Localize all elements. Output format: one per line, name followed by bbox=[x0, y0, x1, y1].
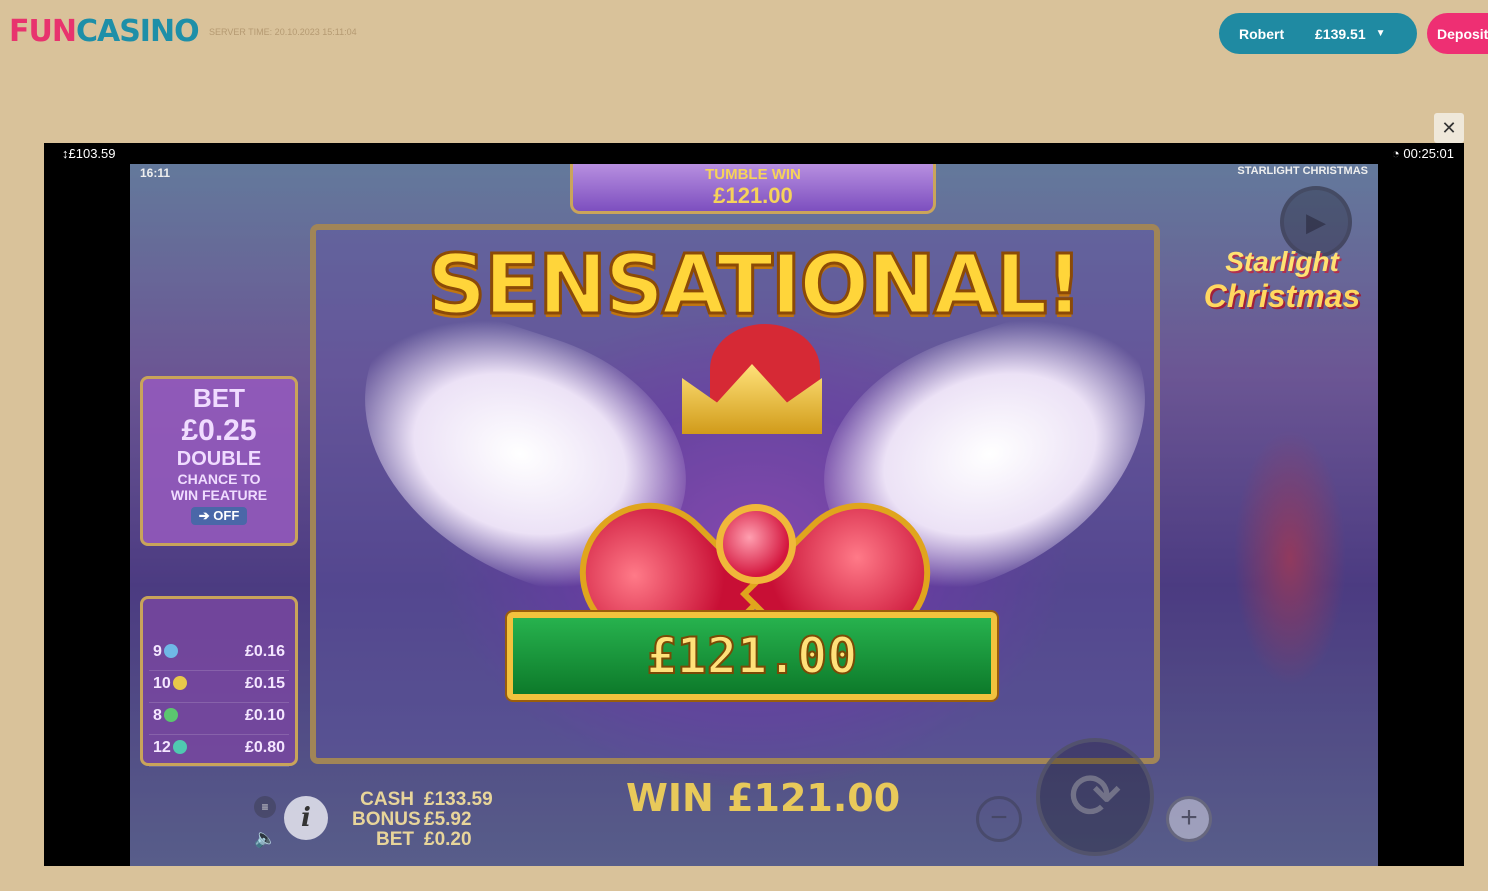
frame-balance-value: £103.59 bbox=[68, 146, 116, 161]
paytable-row: 10 £0.15 bbox=[149, 671, 289, 703]
big-win-amount: £121.00 bbox=[507, 612, 997, 700]
paytable-row: 12 £0.80 bbox=[149, 735, 289, 767]
paytable-count: 9 bbox=[153, 643, 162, 660]
bet-panel-value: £0.25 bbox=[181, 414, 257, 447]
timer-icon: ◔ bbox=[1391, 146, 1400, 161]
session-timer-value: 00:25:01 bbox=[1403, 146, 1454, 161]
toggle-arrow-icon: ➔ bbox=[198, 508, 210, 523]
paytable-count: 8 bbox=[153, 707, 162, 724]
chevron-down-icon: ▼ bbox=[1375, 28, 1386, 39]
gem-icon bbox=[163, 644, 178, 658]
game-frame: ↕£103.59 ◔ 00:25:01 16:11 STARLIGHT CHRI… bbox=[44, 143, 1464, 866]
game-canvas[interactable]: 16:11 STARLIGHT CHRISTMAS TUMBLE WIN £12… bbox=[130, 164, 1378, 866]
cash-value: £133.59 bbox=[424, 789, 493, 810]
bet-panel-label: BET bbox=[193, 383, 245, 413]
close-game-button[interactable]: ✕ bbox=[1434, 113, 1464, 143]
bet-label: BET bbox=[376, 829, 414, 850]
spin-button[interactable]: ⟳ bbox=[1036, 738, 1154, 856]
account-menu-button[interactable]: Robert £139.51 ▼ bbox=[1219, 13, 1417, 54]
account-balance: £139.51 bbox=[1315, 25, 1366, 42]
heart-emblem-graphic bbox=[550, 424, 960, 693]
menu-icon[interactable]: ≡ bbox=[254, 796, 276, 818]
double-chance-panel[interactable]: BET £0.25 DOUBLE CHANCE TO WIN FEATURE ➔… bbox=[140, 376, 298, 546]
decrease-bet-button[interactable]: − bbox=[976, 796, 1022, 842]
cash-label: CASH bbox=[360, 789, 414, 810]
logo-casino-text: CASINO bbox=[75, 14, 200, 49]
bet-value: £0.20 bbox=[424, 829, 472, 850]
deposit-button[interactable]: Deposit bbox=[1427, 13, 1488, 54]
server-time: SERVER TIME: 20.10.2023 15:11:04 bbox=[209, 27, 357, 37]
sound-icon[interactable]: 🔈 bbox=[254, 828, 276, 849]
balance-summary: CASH £133.59 BONUS £5.92 BET £0.20 bbox=[352, 790, 493, 850]
gem-icon bbox=[163, 708, 178, 722]
toggle-label: OFF bbox=[213, 508, 240, 523]
paytable-amount: £0.80 bbox=[244, 739, 285, 756]
gem-icon bbox=[172, 676, 187, 690]
bet-panel-line1: DOUBLE bbox=[176, 448, 262, 470]
paytable-row: 9 £0.16 bbox=[149, 639, 289, 671]
bet-panel-line2: CHANCE TO bbox=[177, 471, 261, 487]
paytable-count: 12 bbox=[153, 739, 171, 756]
paytable-row: 8 £0.10 bbox=[149, 703, 289, 735]
paytable-panel: 9 £0.16 10 £0.15 8 £0.10 12 £0.80 bbox=[140, 596, 298, 767]
gem-icon bbox=[172, 740, 187, 754]
session-timer: ◔ 00:25:01 bbox=[1392, 146, 1454, 161]
bonus-label: BONUS bbox=[352, 809, 421, 830]
tumble-win-value: £121.00 bbox=[713, 183, 793, 208]
increase-bet-button[interactable]: + bbox=[1166, 796, 1212, 842]
paytable-amount: £0.15 bbox=[244, 675, 285, 692]
logo-fun-text: FUN bbox=[9, 14, 77, 49]
paytable-amount: £0.10 bbox=[244, 707, 285, 724]
win-total: WIN £121.00 bbox=[626, 776, 901, 820]
double-chance-toggle[interactable]: ➔ OFF bbox=[190, 507, 248, 525]
bonus-value: £5.92 bbox=[424, 809, 472, 830]
game-title-small: STARLIGHT CHRISTMAS bbox=[1237, 165, 1368, 177]
game-clock: 16:11 bbox=[140, 166, 171, 180]
big-win-title: SENSATIONAL! bbox=[426, 237, 1085, 335]
tumble-win-box: TUMBLE WIN £121.00 bbox=[570, 164, 936, 214]
paytable-amount: £0.16 bbox=[244, 643, 285, 660]
frame-balance: ↕£103.59 bbox=[62, 146, 116, 161]
username: Robert bbox=[1239, 25, 1285, 42]
fun-casino-logo[interactable]: FUNCASINO bbox=[9, 14, 200, 49]
heart-gem bbox=[716, 504, 796, 584]
info-icon[interactable]: i bbox=[284, 796, 328, 840]
tumble-win-label: TUMBLE WIN bbox=[705, 166, 801, 183]
bet-panel-line3: WIN FEATURE bbox=[170, 487, 268, 503]
paytable-count: 10 bbox=[153, 675, 171, 692]
